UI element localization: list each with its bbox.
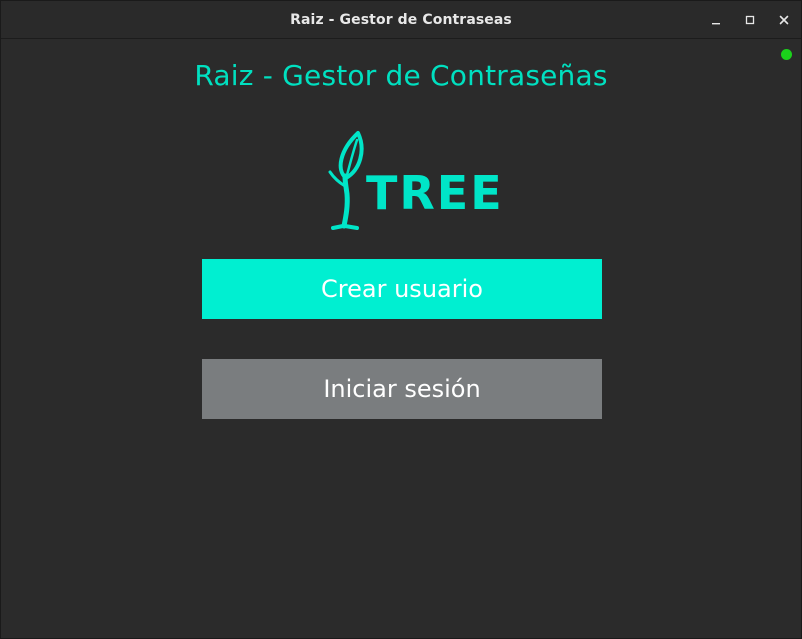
window-titlebar[interactable]: Raiz - Gestor de Contraseas (1, 1, 801, 39)
maximize-button[interactable] (733, 1, 767, 38)
close-icon (779, 15, 789, 24)
app-logo: TREE (326, 128, 502, 231)
sprout-tree-icon (328, 131, 364, 230)
window-title: Raiz - Gestor de Contraseas (290, 11, 512, 28)
close-button[interactable] (767, 1, 801, 38)
logo-text: TREE (366, 166, 504, 220)
create-user-button[interactable]: Crear usuario (202, 259, 602, 319)
login-button[interactable]: Iniciar sesión (202, 359, 602, 419)
page-title: Raiz - Gestor de Contraseñas (194, 59, 608, 92)
maximize-icon (745, 15, 755, 24)
app-window: Raiz - Gestor de Contraseas Raiz - Gesto… (0, 0, 802, 639)
minimize-button[interactable] (699, 1, 733, 38)
minimize-icon (712, 22, 720, 24)
window-controls (699, 1, 801, 38)
